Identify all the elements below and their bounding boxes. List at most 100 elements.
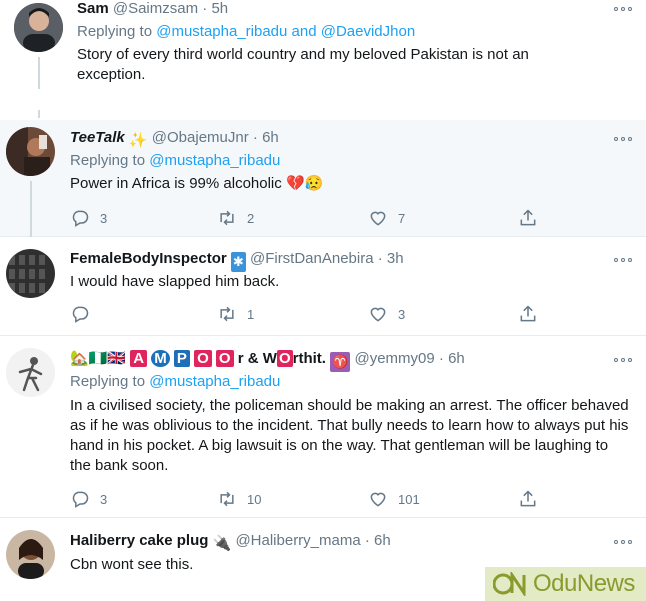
mention-link[interactable]: @mustapha_ribadu: [149, 373, 280, 390]
action-bar: 3 2 7: [70, 207, 550, 231]
display-name-suffix: rthit.: [292, 350, 326, 367]
letter-a-icon: A: [130, 350, 148, 367]
reply-icon: [72, 210, 89, 227]
replying-to-label: Replying to: [70, 373, 146, 390]
more-options-icon[interactable]: [614, 255, 634, 265]
like-button[interactable]: 7: [368, 207, 405, 229]
avatar[interactable]: [6, 249, 55, 298]
timestamp[interactable]: 6h: [262, 129, 279, 146]
display-name[interactable]: Haliberry cake plug: [70, 532, 208, 549]
reply-count: 3: [100, 210, 108, 226]
mention-link[interactable]: @mustapha_ribadu: [156, 23, 287, 40]
watermark-text: OduNews: [533, 570, 635, 597]
reply-icon: [72, 491, 89, 508]
action-bar: 3 10 101: [70, 488, 550, 512]
avatar[interactable]: [6, 530, 55, 579]
retweet-button[interactable]: 10: [217, 488, 261, 510]
like-button[interactable]: 3: [368, 303, 405, 325]
odunews-logo-icon: [493, 572, 526, 596]
avatar[interactable]: [6, 348, 55, 397]
reply-button[interactable]: [70, 303, 100, 325]
tweet-text-body: Power in Africa is 99% alcoholic: [70, 175, 282, 192]
letter-o-icon: O: [276, 350, 293, 367]
timestamp[interactable]: 6h: [374, 532, 391, 549]
separator-dot: ·: [252, 129, 258, 146]
tweet-header: Haliberry cake plug 🔌 @Haliberry_mama · …: [70, 531, 391, 554]
odunews-watermark: OduNews: [485, 567, 646, 601]
share-icon: [520, 209, 536, 226]
display-name-mid: r & W: [237, 350, 277, 367]
share-button[interactable]: [518, 303, 538, 325]
replying-to: Replying to @mustapha_ribadu: [70, 372, 280, 392]
thread-line: [38, 110, 40, 118]
replying-to-label: Replying to: [77, 23, 153, 40]
tweet-teetalk[interactable]: TeeTalk ✨ @ObajemuJnr · 6h Replying to @…: [0, 110, 646, 237]
tweet-sam[interactable]: Sam @Saimzsam · 5h Replying to @mustapha…: [0, 0, 646, 120]
mention-link[interactable]: @mustapha_ribadu: [149, 152, 280, 169]
heart-icon: [370, 307, 386, 322]
like-button[interactable]: 101: [368, 488, 420, 510]
retweet-button[interactable]: 1: [217, 303, 254, 325]
timestamp[interactable]: 6h: [448, 350, 465, 367]
replying-to: Replying to @mustapha_ribadu: [70, 151, 280, 171]
tweet-header: Sam @Saimzsam · 5h: [77, 0, 228, 19]
retweet-icon: [220, 306, 234, 322]
action-bar: 1 3: [70, 303, 550, 327]
share-button[interactable]: [518, 488, 538, 510]
reply-button[interactable]: 3: [70, 488, 107, 510]
avatar[interactable]: [14, 3, 63, 52]
display-name[interactable]: FemaleBodyInspector: [70, 250, 227, 267]
letter-m-icon: M: [151, 350, 170, 367]
display-name[interactable]: TeeTalk: [70, 129, 125, 146]
heart-icon: [370, 211, 386, 226]
mention-link[interactable]: @DaevidJhon: [321, 23, 415, 40]
display-name[interactable]: A M P O O r & W Orthit.: [130, 350, 330, 367]
letter-p-icon: P: [173, 350, 190, 367]
like-count: 101: [398, 491, 420, 507]
user-handle[interactable]: @ObajemuJnr: [152, 129, 249, 146]
retweet-count: 1: [247, 306, 255, 322]
share-icon: [520, 490, 536, 507]
timestamp[interactable]: 5h: [211, 0, 228, 17]
tweet-text: Story of every third world country and m…: [77, 46, 529, 83]
replying-to: Replying to @mustapha_ribadu and @Daevid…: [77, 22, 415, 42]
replying-to-label: Replying to: [70, 152, 146, 169]
and-label: and: [291, 23, 317, 40]
retweet-button[interactable]: 2: [217, 207, 254, 229]
user-handle[interactable]: @Saimzsam: [113, 0, 198, 17]
tweet-yemmy09[interactable]: 🏡🇳🇬🇬🇧 A M P O O r & W Orthit. ♈ @yemmy09 …: [0, 336, 646, 518]
timestamp[interactable]: 3h: [387, 250, 404, 267]
more-options-icon[interactable]: [614, 134, 634, 144]
display-name[interactable]: Sam: [77, 0, 109, 17]
more-options-icon[interactable]: [614, 4, 634, 14]
share-button[interactable]: [518, 207, 538, 229]
user-handle[interactable]: @Haliberry_mama: [235, 532, 360, 549]
reply-icon: [72, 306, 89, 323]
retweet-icon: [220, 491, 234, 507]
user-handle[interactable]: @yemmy09: [354, 350, 434, 367]
tweet-header: 🏡🇳🇬🇬🇧 A M P O O r & W Orthit. ♈ @yemmy09 …: [70, 349, 465, 372]
more-options-icon[interactable]: [614, 537, 634, 547]
tweet-text: I would have slapped him back.: [70, 273, 280, 290]
heart-icon: [370, 492, 386, 507]
tweet-text: Cbn wont see this.: [70, 556, 194, 573]
reply-count: 3: [100, 491, 108, 507]
sparkles-icon: ✨: [128, 132, 148, 149]
more-options-icon[interactable]: [614, 355, 634, 365]
tweet-text: In a civilised society, the policeman sh…: [70, 397, 629, 474]
separator-dot: ·: [438, 350, 444, 367]
tweet-femalebodyinspector[interactable]: FemaleBodyInspector ✱ @FirstDanAnebira ·…: [0, 237, 646, 336]
broken-heart-icon: 💔😥: [285, 175, 324, 192]
separator-dot: ·: [377, 250, 383, 267]
reply-button[interactable]: 3: [70, 207, 107, 229]
tweet-header: FemaleBodyInspector ✱ @FirstDanAnebira ·…: [70, 249, 404, 272]
letter-o-icon: O: [215, 350, 234, 367]
thread-line: [30, 181, 32, 237]
tweet-text: Power in Africa is 99% alcoholic 💔😥: [70, 174, 590, 194]
user-handle[interactable]: @FirstDanAnebira: [250, 250, 374, 267]
separator-dot: ·: [202, 0, 208, 17]
retweet-icon: [220, 210, 234, 226]
avatar[interactable]: [6, 127, 55, 176]
asterisk-icon: ✱: [230, 252, 246, 272]
like-count: 3: [398, 306, 406, 322]
